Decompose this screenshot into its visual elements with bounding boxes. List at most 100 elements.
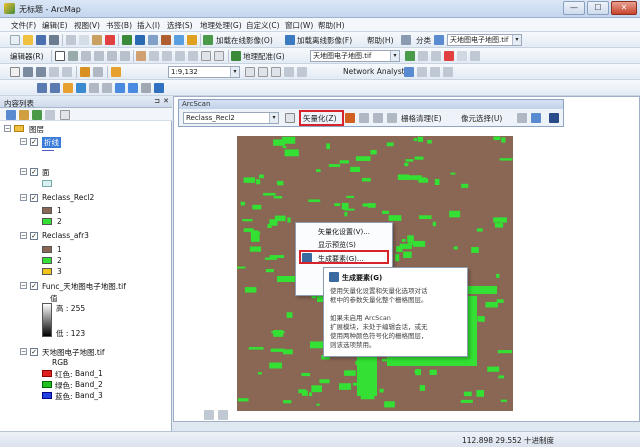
menu-item-generate-features[interactable]: 生成要素(G)...	[318, 254, 364, 264]
shape-recognition-icon[interactable]	[359, 113, 369, 123]
menu-help[interactable]: 帮助(H)	[318, 20, 345, 31]
menu-selection[interactable]: 选择(S)	[167, 20, 193, 31]
collapse-layer-icon[interactable]: −	[20, 138, 27, 145]
list-by-selection-icon[interactable]	[45, 110, 55, 120]
menu-item-show-preview[interactable]: 显示预览(S)	[318, 240, 356, 250]
select-cells-icon[interactable]	[517, 113, 527, 123]
split-icon[interactable]	[175, 51, 185, 61]
menu-file[interactable]: 文件(F)	[11, 20, 36, 31]
rotate-georef-icon[interactable]	[405, 51, 415, 61]
menu-geoprocessing[interactable]: 地理处理(G)	[200, 20, 242, 31]
sketch-properties-icon[interactable]	[214, 51, 224, 61]
catalog-icon[interactable]	[148, 35, 158, 45]
toc-layer-reclass-afr3[interactable]: Reclass_afr3	[42, 231, 89, 240]
cut-polygons-icon[interactable]	[162, 51, 172, 61]
add-data-icon[interactable]	[122, 35, 132, 45]
tool-icon[interactable]	[401, 35, 411, 45]
arctoolbox-icon[interactable]	[135, 35, 145, 45]
menu-customize[interactable]: 自定义(C)	[246, 20, 280, 31]
toc-layer-polygon[interactable]: 面	[42, 167, 50, 178]
map-tool-icon[interactable]	[245, 67, 255, 77]
list-by-drawing-order-icon[interactable]	[6, 110, 16, 120]
print-icon[interactable]	[49, 35, 59, 45]
forward-icon[interactable]	[128, 83, 138, 93]
collapse-layer-icon[interactable]: −	[20, 232, 27, 239]
map-view[interactable]: ArcScan Reclass_Recl2 ▾ 矢量化(Z) 栅格清理(E) 像元…	[173, 96, 640, 422]
toc-layer-func-tif[interactable]: Func_天地图电子地图.tif	[42, 281, 126, 292]
zoom-in-icon[interactable]	[37, 83, 47, 93]
collapse-layer-icon[interactable]: −	[20, 348, 27, 355]
viewer-icon[interactable]	[470, 51, 480, 61]
load-online-imagery-button[interactable]: 加载在线影像(O)	[216, 35, 273, 46]
collapse-layer-icon[interactable]: −	[20, 282, 27, 289]
data-view-icon[interactable]	[204, 410, 214, 420]
draw-icon[interactable]	[10, 67, 20, 77]
collapse-root-icon[interactable]: −	[4, 125, 11, 132]
network-window-icon[interactable]	[417, 67, 427, 77]
network-tool-icon[interactable]	[404, 67, 414, 77]
raster-cleanup-menu-button[interactable]: 栅格清理(E)	[401, 113, 442, 124]
toc-layer-polyline[interactable]: 折线	[42, 137, 61, 148]
raster-snapping-icon[interactable]	[285, 113, 295, 123]
text-icon[interactable]	[49, 67, 59, 77]
copy-icon[interactable]	[79, 35, 89, 45]
network-solve-icon[interactable]	[430, 67, 440, 77]
collapse-layer-icon[interactable]: −	[20, 168, 27, 175]
help-button[interactable]: 帮助(H)	[367, 35, 394, 46]
layer-visibility-checkbox[interactable]: ✓	[30, 348, 38, 356]
edit-vertices-icon[interactable]	[136, 51, 146, 61]
redo-icon[interactable]	[93, 67, 103, 77]
layer-visibility-checkbox[interactable]: ✓	[30, 282, 38, 290]
maximize-button[interactable]: ☐	[587, 1, 609, 15]
undo-icon[interactable]	[80, 67, 90, 77]
vectorization-menu-button[interactable]: 矢量化(Z)	[303, 113, 337, 124]
georeferencing-menu-button[interactable]: 地理配准(G)	[243, 51, 285, 62]
menu-windows[interactable]: 窗口(W)	[285, 20, 313, 31]
georef-layer-combo[interactable]: 天地图电子地图.tif ▾	[310, 50, 400, 62]
back-icon[interactable]	[115, 83, 125, 93]
toc-root-layers[interactable]: 图层	[29, 124, 44, 135]
editor-menu-button[interactable]: 编辑器(R)	[10, 51, 44, 62]
menu-insert[interactable]: 插入(I)	[137, 20, 160, 31]
list-by-visibility-icon[interactable]	[32, 110, 42, 120]
python-icon[interactable]	[161, 35, 171, 45]
layout-tool-icon[interactable]	[258, 67, 268, 77]
model-builder-icon[interactable]	[187, 35, 197, 45]
pan-icon[interactable]	[63, 83, 73, 93]
paste-icon[interactable]	[92, 35, 102, 45]
label-icon[interactable]	[36, 67, 46, 77]
classify-button[interactable]: 分类	[416, 35, 431, 46]
trace-between-points-icon[interactable]	[373, 113, 383, 123]
save-icon[interactable]	[36, 35, 46, 45]
menu-item-vectorization-settings[interactable]: 矢量化设置(V)...	[318, 227, 370, 237]
menu-bookmarks[interactable]: 书签(B)	[106, 20, 132, 31]
collapse-layer-icon[interactable]: −	[20, 194, 27, 201]
network-locations-icon[interactable]	[443, 67, 453, 77]
minimize-button[interactable]: —	[563, 1, 585, 15]
pan-hand-icon[interactable]	[111, 67, 121, 77]
layer-visibility-checkbox[interactable]: ✓	[30, 232, 38, 240]
reshape-icon[interactable]	[149, 51, 159, 61]
network-analyst-button[interactable]: Network Analyst	[343, 67, 405, 76]
open-folder-icon[interactable]	[23, 35, 33, 45]
layer-visibility-checkbox[interactable]: ✓	[30, 138, 38, 146]
end-point-arc-icon[interactable]	[94, 51, 104, 61]
search-icon[interactable]	[174, 35, 184, 45]
select-elements-icon[interactable]	[141, 83, 151, 93]
add-marker-icon[interactable]	[549, 113, 559, 123]
edit-tool-icon[interactable]	[55, 51, 65, 61]
rotate-icon[interactable]	[188, 51, 198, 61]
layer-visibility-checkbox[interactable]: ✓	[30, 194, 38, 202]
options-icon[interactable]	[284, 67, 294, 77]
menu-view[interactable]: 视图(V)	[74, 20, 100, 31]
delete-icon[interactable]	[105, 35, 115, 45]
new-document-icon[interactable]	[10, 35, 20, 45]
edit-annotation-tool-icon[interactable]	[23, 67, 33, 77]
fixed-zoom-in-icon[interactable]	[89, 83, 99, 93]
straight-segment-icon[interactable]	[81, 51, 91, 61]
load-offline-imagery-button[interactable]: 加载离线影像(F)	[297, 35, 352, 46]
scale-georef-icon[interactable]	[431, 51, 441, 61]
pin-icon[interactable]: ⊐	[154, 97, 160, 105]
edit-annotation-icon[interactable]	[68, 51, 78, 61]
layer-visibility-checkbox[interactable]: ✓	[30, 168, 38, 176]
